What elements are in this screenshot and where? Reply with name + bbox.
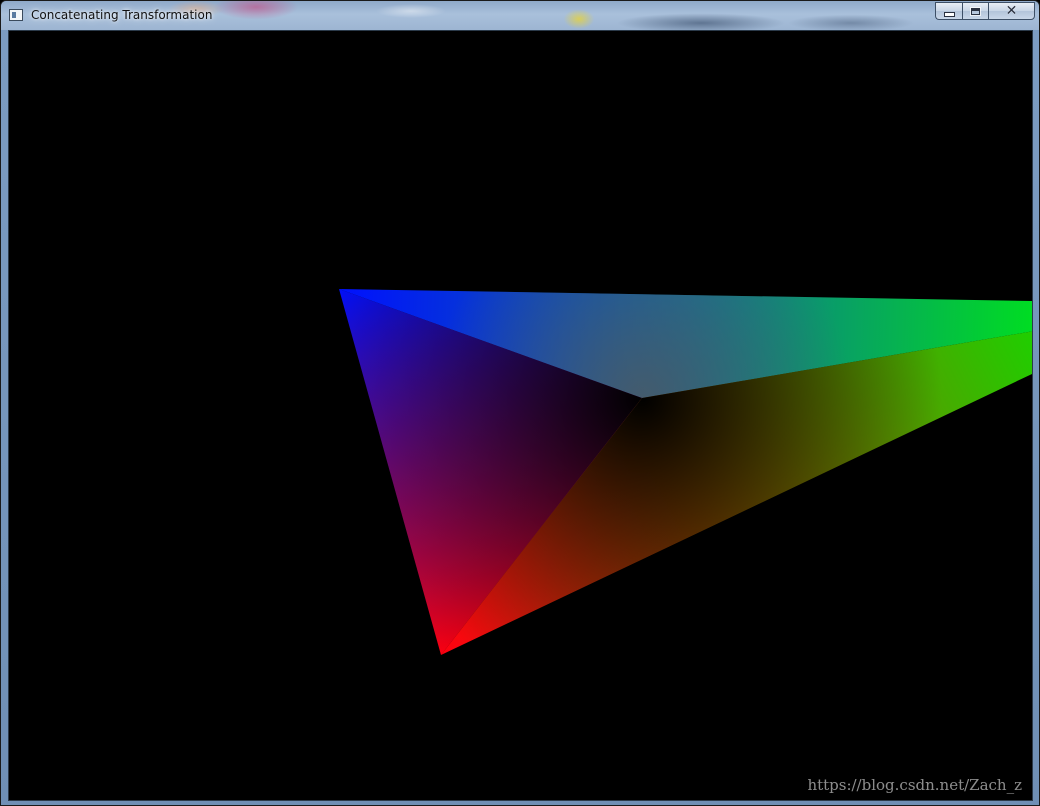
window-title: Concatenating Transformation: [31, 8, 213, 22]
minimize-icon: [943, 12, 955, 17]
caption-buttons: ✕: [935, 2, 1035, 21]
close-button[interactable]: ✕: [988, 2, 1035, 20]
rendered-pyramid-scene: [339, 289, 1032, 655]
close-icon: ✕: [1005, 3, 1018, 19]
maximize-icon: [970, 6, 981, 16]
minimize-button[interactable]: [935, 2, 962, 20]
maximize-button[interactable]: [962, 2, 988, 20]
render-viewport[interactable]: https://blog.csdn.net/Zach_z: [8, 30, 1033, 801]
title-bar[interactable]: Concatenating Transformation ✕: [1, 1, 1039, 30]
app-window-icon[interactable]: [9, 9, 23, 21]
app-window: Concatenating Transformation ✕ https://b…: [0, 0, 1040, 806]
watermark-text: https://blog.csdn.net/Zach_z: [807, 776, 1022, 794]
